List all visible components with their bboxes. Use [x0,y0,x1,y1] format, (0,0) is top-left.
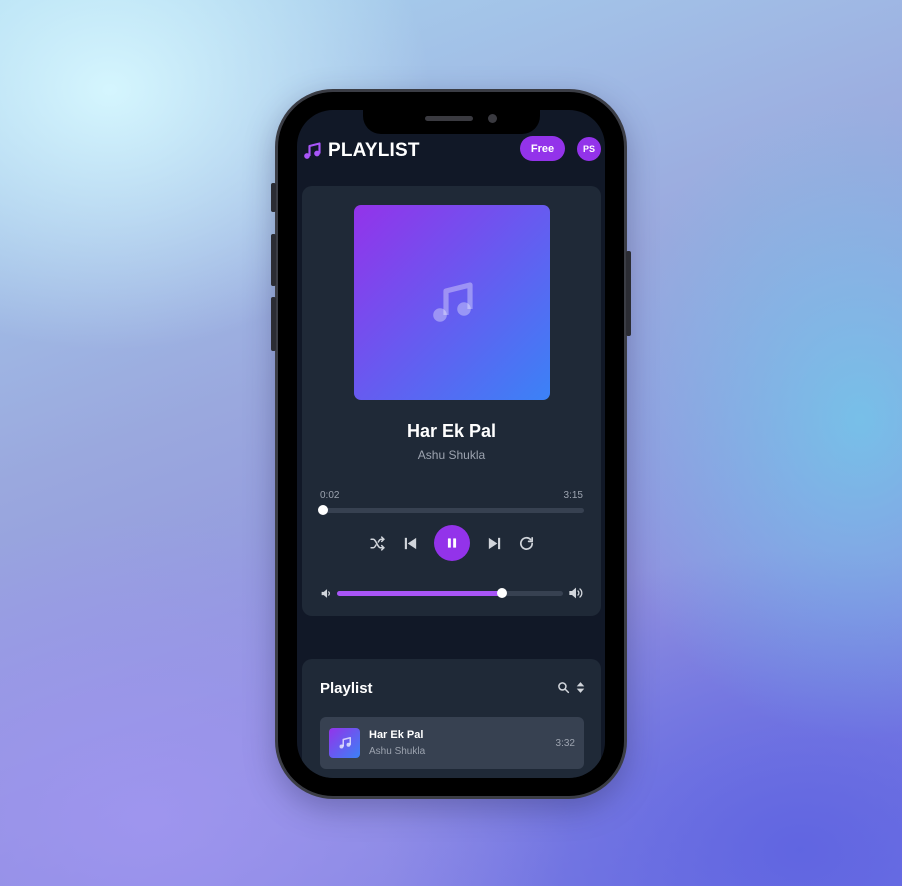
phone-screen: PLAYLIST Free PS Har Ek Pal Ashu Shukla … [297,110,605,778]
track-title: Har Ek Pal [369,729,424,741]
previous-icon [404,537,416,549]
music-note-icon [433,281,473,322]
volume-level [337,591,502,596]
song-artist: Ashu Shukla [417,448,486,462]
max-volume-button[interactable] [568,585,584,601]
shuffle-icon [369,535,385,551]
phone-notch [363,110,540,134]
next-icon [488,537,500,549]
progress-bar[interactable] [320,508,584,513]
search-button[interactable] [557,681,571,695]
current-time: 0:02 [320,490,340,501]
playlist-card: Playlist Har Ek Pal Ashu Shukla 3:32 [302,659,601,778]
repeat-button[interactable] [517,534,535,552]
track-thumbnail [329,728,360,758]
song-title: Har Ek Pal [406,421,497,441]
mute-button[interactable] [319,586,333,600]
phone-side-button [271,183,276,212]
phone-camera [488,114,497,123]
volume-slider[interactable] [337,588,563,598]
phone-power-button [626,251,631,336]
phone-speaker [425,116,473,121]
app-title: PLAYLIST [328,140,420,161]
music-note-icon [304,142,321,159]
phone-volume-down-button [271,297,276,351]
track-artist: Ashu Shukla [369,746,426,757]
repeat-icon [519,536,533,550]
music-note-icon [339,736,351,749]
progress-handle[interactable] [317,505,328,515]
sort-icon [576,682,585,693]
previous-button[interactable] [401,534,419,552]
search-icon [558,682,570,694]
pause-icon [447,538,457,548]
playlist-title: Playlist [320,680,373,697]
playlist-track-row[interactable]: Har Ek Pal Ashu Shukla 3:32 [320,717,584,769]
now-playing-card: Har Ek Pal Ashu Shukla 0:02 3:15 [302,186,601,616]
next-button[interactable] [485,534,503,552]
phone-volume-up-button [271,234,276,286]
app-logo[interactable]: PLAYLIST [302,140,420,162]
album-cover [354,205,550,400]
play-pause-button[interactable] [434,525,470,561]
volume-low-icon [321,588,330,598]
sort-button[interactable] [574,681,588,695]
shuffle-button[interactable] [368,534,386,552]
total-duration: 3:15 [563,490,583,501]
free-plan-button[interactable]: Free [520,136,565,161]
volume-high-icon [569,587,583,599]
volume-handle[interactable] [496,588,507,598]
user-avatar[interactable]: PS [577,137,601,161]
track-duration: 3:32 [555,738,575,749]
